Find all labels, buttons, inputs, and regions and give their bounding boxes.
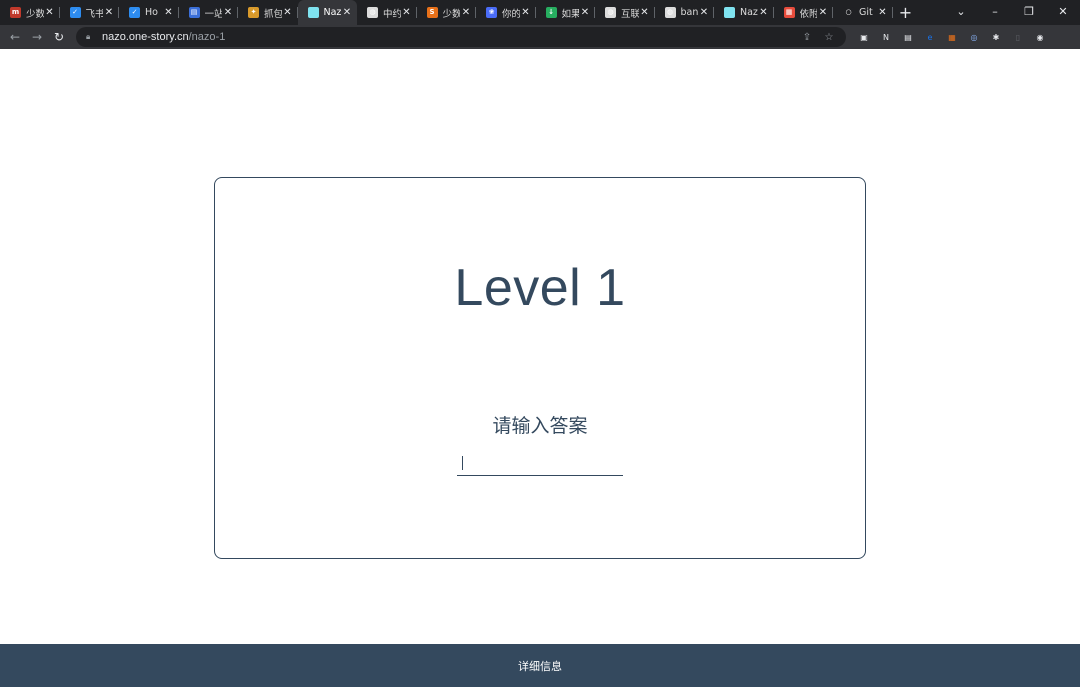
page-content: Level 1 请输入答案	[0, 49, 1080, 644]
tab-favicon-icon: ↓	[545, 7, 557, 18]
forward-button[interactable]: →	[26, 26, 48, 48]
tab-title: 中约	[383, 8, 401, 20]
ext-9-icon[interactable]: ◉	[1033, 30, 1047, 44]
tab-favicon-icon: ○	[843, 7, 854, 18]
tab-favicon-icon: ◍	[367, 7, 378, 18]
ext-8-icon[interactable]: ▯	[1011, 30, 1025, 44]
tab-strip: m 少数 ✕ ✓ 飞书 ✕ ✓ Ho ✕ ▤ 一站 ✕ ✦ 抓包 ✕ Naz ✕ ◍ 中约 ✕ S 少数 ✕ ❀ 你的 ✕ ↓ 如果 ✕…	[0, 0, 1080, 25]
tab-close-icon[interactable]: ✕	[44, 7, 56, 18]
tab-title: Naz	[740, 7, 758, 18]
tab-favicon-icon	[724, 7, 735, 18]
tab-title: 一站	[204, 8, 223, 20]
tab-title: 你的	[502, 8, 520, 20]
tab-close-icon[interactable]: ✕	[460, 7, 472, 18]
tab-title: Git	[859, 7, 873, 18]
browser-tab[interactable]: ◍ 互联 ✕	[595, 0, 655, 25]
tab-favicon-icon: ▦	[783, 7, 795, 18]
level-title: Level 1	[454, 259, 626, 317]
address-bar[interactable]: 🔒︎ nazo.one-story.cn/nazo-1 ⇪ ☆	[76, 27, 846, 47]
details-link[interactable]: 详细信息	[518, 658, 562, 674]
url-host: nazo.one-story.cn	[102, 31, 189, 43]
minimize-button[interactable]: –	[978, 5, 1012, 18]
tab-close-icon[interactable]: ✕	[877, 7, 889, 18]
browser-tab[interactable]: ✦ 抓包 ✕	[238, 0, 298, 25]
ext-1-icon[interactable]: ▣	[857, 30, 871, 44]
restore-button[interactable]: ❐	[1012, 5, 1046, 18]
browser-tab[interactable]: Naz ✕	[714, 0, 774, 25]
tab-list: m 少数 ✕ ✓ 飞书 ✕ ✓ Ho ✕ ▤ 一站 ✕ ✦ 抓包 ✕ Naz ✕ ◍ 中约 ✕ S 少数 ✕ ❀ 你的 ✕ ↓ 如果 ✕…	[0, 0, 893, 25]
tab-close-icon[interactable]: ✕	[698, 7, 710, 18]
tab-favicon-icon: ✦	[248, 7, 259, 18]
tab-title: Naz	[323, 7, 342, 18]
text-caret	[462, 456, 463, 470]
tab-close-icon[interactable]: ✕	[817, 7, 829, 18]
browser-tab[interactable]: ✓ 飞书 ✕	[60, 0, 120, 25]
browser-tab[interactable]: ❀ 你的 ✕	[476, 0, 536, 25]
ext-2-icon[interactable]: N	[879, 30, 893, 44]
tab-favicon-icon: ▤	[188, 7, 200, 18]
answer-prompt: 请输入答案	[492, 415, 588, 437]
ext-3-icon[interactable]: ▤	[901, 30, 915, 44]
level-card: Level 1 请输入答案	[214, 177, 866, 559]
omnibox-icons: ⇪ ☆	[796, 27, 840, 47]
tab-close-icon[interactable]: ✕	[222, 7, 234, 18]
tab-search-icon[interactable]: ⌄	[944, 5, 978, 18]
browser-toolbar: ← → ↻ 🔒︎ nazo.one-story.cn/nazo-1 ⇪ ☆ ▣ N…	[0, 25, 1080, 49]
tab-title: 抓包	[264, 8, 282, 20]
tab-favicon-icon: ✓	[69, 7, 81, 18]
browser-tab[interactable]: S 少数 ✕	[417, 0, 477, 25]
tab-close-icon[interactable]: ✕	[520, 7, 532, 18]
browser-tab[interactable]: ◍ ban ✕	[655, 0, 715, 25]
tab-title: Ho	[145, 7, 158, 18]
tab-title: 如果	[561, 8, 580, 20]
tab-favicon-icon	[307, 7, 319, 18]
ext-7-icon[interactable]: ✱	[989, 30, 1003, 44]
tab-close-icon[interactable]: ✕	[758, 7, 770, 18]
url-text[interactable]: nazo.one-story.cn/nazo-1	[102, 31, 225, 43]
ext-5-icon[interactable]: ▦	[945, 30, 959, 44]
tab-title: 少数	[26, 8, 44, 20]
browser-tab[interactable]: ○ Git ✕	[833, 0, 893, 25]
ext-4-icon[interactable]: e	[923, 30, 937, 44]
tab-close-icon[interactable]: ✕	[103, 7, 115, 18]
tab-favicon-icon: m	[10, 7, 21, 18]
share-icon[interactable]: ⇪	[796, 32, 818, 43]
browser-tab[interactable]: m 少数 ✕	[0, 0, 60, 25]
tab-favicon-icon: ✓	[129, 7, 140, 18]
lock-icon[interactable]: 🔒︎	[86, 32, 96, 42]
footer-bar: 详细信息	[0, 644, 1080, 687]
tab-title: 依附	[799, 8, 818, 20]
tab-close-icon[interactable]: ✕	[639, 7, 651, 18]
url-path: /nazo-1	[188, 31, 226, 43]
tab-close-icon[interactable]: ✕	[401, 7, 413, 18]
bookmark-star-icon[interactable]: ☆	[818, 32, 840, 43]
reload-button[interactable]: ↻	[48, 26, 70, 48]
tab-close-icon[interactable]: ✕	[341, 7, 353, 18]
browser-tab[interactable]: ▤ 一站 ✕	[179, 0, 239, 25]
tab-title: 互联	[621, 8, 639, 20]
answer-input[interactable]	[457, 448, 623, 476]
tab-title: 飞书	[85, 8, 104, 20]
browser-tab[interactable]: ▦ 依附 ✕	[774, 0, 834, 25]
browser-tab[interactable]: Naz ✕	[297, 0, 357, 25]
new-tab-button[interactable]: +	[893, 0, 919, 25]
browser-tab[interactable]: ◍ 中约 ✕	[357, 0, 417, 25]
window-controls: ⌄ – ❐ ✕	[944, 0, 1080, 22]
tab-close-icon[interactable]: ✕	[282, 7, 294, 18]
tab-title: ban	[680, 7, 699, 18]
tab-favicon-icon: S	[426, 7, 438, 18]
tab-favicon-icon: ❀	[486, 7, 497, 18]
tab-close-icon[interactable]: ✕	[579, 7, 591, 18]
tab-favicon-icon: ◍	[664, 7, 676, 18]
browser-tab[interactable]: ↓ 如果 ✕	[536, 0, 596, 25]
browser-tab[interactable]: ✓ Ho ✕	[119, 0, 179, 25]
extensions-bar: ▣ N ▤ e ▦ ◎ ✱ ▯ ◉	[853, 25, 1051, 49]
tab-title: 少数	[442, 8, 461, 20]
back-button[interactable]: ←	[4, 26, 26, 48]
tab-close-icon[interactable]: ✕	[163, 7, 175, 18]
ext-6-icon[interactable]: ◎	[967, 30, 981, 44]
tab-favicon-icon: ◍	[605, 7, 616, 18]
close-window-button[interactable]: ✕	[1046, 5, 1080, 18]
